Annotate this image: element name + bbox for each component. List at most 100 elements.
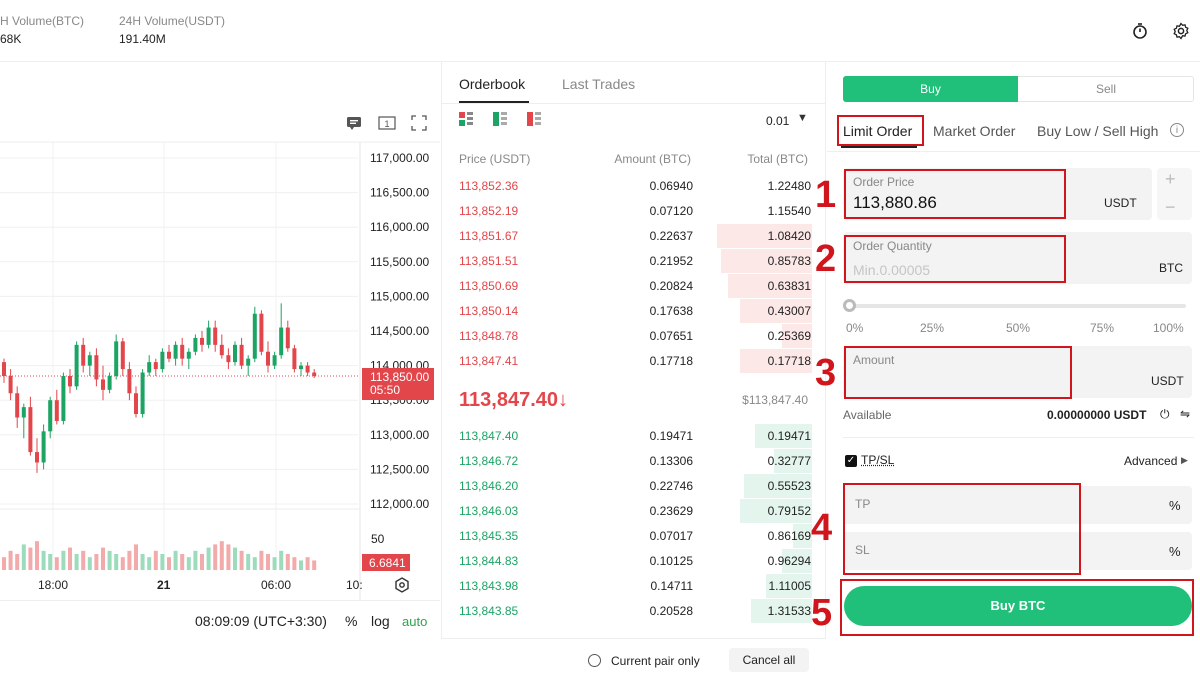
deposit-icon[interactable]: ⏻ [1160, 407, 1170, 422]
precision-select[interactable]: 0.01 [766, 114, 789, 128]
candle-body [120, 341, 125, 370]
ask-amount: 0.20824 [649, 279, 693, 293]
ask-row[interactable]: 113,851.51 0.21952 0.85783 [442, 249, 812, 274]
volume-bar [120, 557, 125, 570]
price-axis-tick: 116,000.00 [370, 220, 429, 234]
current-pair-radio[interactable] [588, 654, 601, 667]
view-bids-icon[interactable] [493, 112, 507, 131]
ask-amount: 0.07120 [649, 204, 693, 218]
quantity-slider-handle[interactable] [843, 299, 856, 312]
sl-unit: % [1169, 544, 1181, 559]
candle-body [312, 372, 317, 376]
quantity-slider-track[interactable] [849, 304, 1186, 308]
bid-row[interactable]: 113,843.85 0.20528 1.31533 [442, 599, 812, 624]
interval-icon[interactable]: 1 [378, 116, 396, 135]
stopwatch-icon[interactable] [1131, 22, 1149, 40]
step-number-3: 3 [815, 352, 837, 394]
bid-row[interactable]: 113,847.40 0.19471 0.19471 [442, 424, 812, 449]
volume-bar [35, 541, 39, 570]
candle-body [35, 452, 39, 463]
tp-field[interactable] [843, 486, 1192, 524]
ask-row[interactable]: 113,851.67 0.22637 1.08420 [442, 224, 812, 249]
ask-row[interactable]: 113,852.36 0.06940 1.22480 [442, 174, 812, 199]
chevron-right-icon[interactable]: ▶ [1181, 455, 1188, 466]
available-label: Available [843, 408, 892, 422]
time-axis-tick: 10: [346, 578, 363, 592]
candle-body [252, 313, 257, 359]
tab-buy-low-sell-high[interactable]: Buy Low / Sell High [1037, 123, 1158, 139]
order-price-value[interactable]: 113,880.86 [853, 193, 937, 213]
ask-row[interactable]: 113,852.19 0.07120 1.15540 [442, 199, 812, 224]
transfer-icon[interactable]: ⇋ [1180, 407, 1190, 421]
volume-bar [28, 547, 33, 570]
volume-bar [246, 554, 251, 570]
candle-body [213, 327, 218, 345]
gear-icon[interactable] [1172, 22, 1190, 40]
chart-settings-icon[interactable] [394, 577, 410, 598]
sl-field[interactable] [843, 532, 1192, 570]
volume-bar [252, 557, 257, 570]
bid-row[interactable]: 113,846.20 0.22746 0.55523 [442, 474, 812, 499]
view-asks-icon[interactable] [527, 112, 541, 131]
slider-mark-25[interactable]: 25% [920, 321, 944, 335]
comment-icon[interactable] [346, 116, 362, 135]
ask-row[interactable]: 113,847.41 0.17718 0.17718 [442, 349, 812, 374]
volume-bar [200, 554, 204, 570]
fullscreen-icon[interactable] [411, 115, 427, 136]
bid-total: 0.79152 [767, 504, 811, 518]
sell-tab[interactable]: Sell [1018, 76, 1194, 102]
buy-btc-button[interactable]: Buy BTC [844, 586, 1192, 626]
cancel-all-button[interactable]: Cancel all [729, 648, 809, 672]
candle-body [94, 355, 99, 380]
candle-body [41, 431, 46, 463]
volume-bar [54, 557, 59, 570]
chevron-down-icon[interactable]: ▼ [797, 112, 808, 124]
volume-bar [94, 554, 99, 570]
ask-row[interactable]: 113,850.14 0.17638 0.43007 [442, 299, 812, 324]
bid-price: 113,845.35 [459, 529, 519, 543]
bid-row[interactable]: 113,843.98 0.14711 1.11005 [442, 574, 812, 599]
tab-market-order[interactable]: Market Order [933, 123, 1015, 139]
candle-body [160, 351, 165, 370]
ask-price: 113,848.78 [459, 329, 519, 343]
bid-total: 1.31533 [767, 604, 811, 618]
tab-limit-order[interactable]: Limit Order [843, 123, 912, 139]
bid-row[interactable]: 113,845.35 0.07017 0.86169 [442, 524, 812, 549]
price-increment-button[interactable]: + [1165, 169, 1176, 190]
log-scale-toggle[interactable]: log [371, 613, 390, 629]
info-icon[interactable]: i [1170, 123, 1184, 137]
amount-field[interactable] [843, 346, 1192, 398]
advanced-link[interactable]: Advanced [1124, 454, 1177, 468]
ask-row[interactable]: 113,850.69 0.20824 0.63831 [442, 274, 812, 299]
candle-body [305, 365, 310, 373]
buy-tab[interactable]: Buy [843, 76, 1018, 102]
ask-row[interactable]: 113,848.78 0.07651 0.25369 [442, 324, 812, 349]
volume-bar [160, 554, 165, 570]
ask-total: 1.22480 [767, 179, 811, 193]
price-decrement-button[interactable]: − [1165, 197, 1176, 218]
view-both-icon[interactable] [459, 112, 473, 131]
volume-bar [299, 560, 303, 570]
step-number-2: 2 [815, 238, 837, 280]
ask-price: 113,847.41 [459, 354, 519, 368]
slider-mark-50[interactable]: 50% [1006, 321, 1030, 335]
bid-amount: 0.10125 [649, 554, 693, 568]
bid-row[interactable]: 113,844.83 0.10125 0.96294 [442, 549, 812, 574]
tab-orderbook[interactable]: Orderbook [459, 76, 525, 92]
candlestick-chart[interactable]: 117,000.00 116,500.00 116,000.00 115,500.00… [0, 62, 440, 600]
volume-bar [153, 550, 158, 570]
slider-mark-0[interactable]: 0% [846, 321, 863, 335]
percent-scale-toggle[interactable]: % [345, 613, 357, 629]
volume-bar [292, 557, 297, 570]
slider-mark-100[interactable]: 100% [1153, 321, 1184, 335]
auto-scale-toggle[interactable]: auto [402, 614, 427, 629]
slider-mark-75[interactable]: 75% [1090, 321, 1114, 335]
tpsl-checkbox[interactable]: ✓ [845, 455, 857, 467]
tpsl-label[interactable]: TP/SL [861, 453, 894, 467]
volume-bar [285, 554, 290, 570]
price-chart[interactable]: 117,000.00 116,500.00 116,000.00 115,500.00… [0, 62, 440, 638]
tab-last-trades[interactable]: Last Trades [562, 76, 635, 92]
bid-row[interactable]: 113,846.03 0.23629 0.79152 [442, 499, 812, 524]
ask-price: 113,851.51 [459, 254, 519, 268]
bid-row[interactable]: 113,846.72 0.13306 0.32777 [442, 449, 812, 474]
